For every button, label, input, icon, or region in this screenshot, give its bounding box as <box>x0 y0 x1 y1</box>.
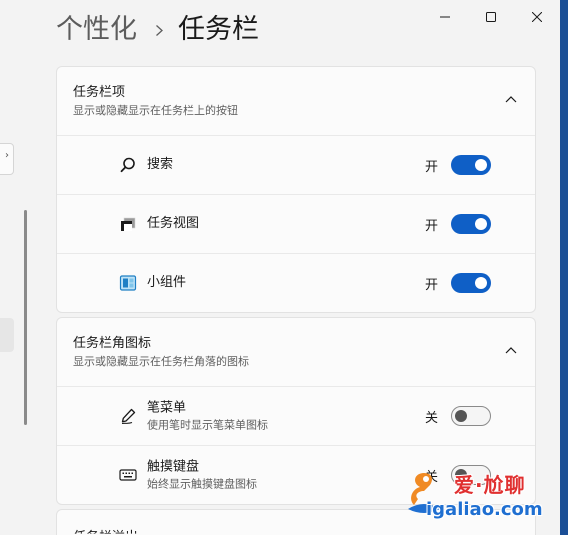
section-title: 任务栏角图标 <box>73 336 152 351</box>
section-header[interactable]: 任务栏角图标 显示或隐藏显示在任务栏角落的图标 <box>57 318 535 386</box>
toggle-switch-search[interactable]: 开 <box>425 155 491 175</box>
toggle-track[interactable] <box>451 406 491 426</box>
back-button[interactable]: › <box>0 143 14 175</box>
caption-buttons <box>422 0 560 34</box>
toggle-knob <box>475 218 487 230</box>
nav-selected-item[interactable] <box>0 318 14 352</box>
toggle-state-label: 开 <box>424 218 438 234</box>
toggle-switch-pen-menu[interactable]: 关 <box>425 406 491 426</box>
toggle-knob <box>475 277 487 289</box>
nav-scrollbar[interactable] <box>24 210 27 425</box>
section-title: 任务栏项 <box>73 85 126 100</box>
setting-text: 任务视图 <box>147 215 199 233</box>
nav-glyph: › <box>5 150 9 161</box>
toggle-state-label: 开 <box>424 277 438 293</box>
search-icon <box>119 156 137 174</box>
toggle-knob <box>475 159 487 171</box>
setting-label: 小组件 <box>147 275 187 290</box>
chevron-up-icon[interactable] <box>505 95 517 103</box>
task-view-icon <box>119 215 137 233</box>
chevron-up-icon[interactable] <box>505 346 517 354</box>
setting-text: 笔菜单 使用笔时显示笔菜单图标 <box>147 400 268 433</box>
section-title: 任务栏溢出 <box>73 526 138 534</box>
section-subtitle: 显示或隐藏显示在任务栏角落的图标 <box>73 355 249 368</box>
close-button[interactable] <box>514 0 560 34</box>
toggle-switch-task-view[interactable]: 开 <box>425 214 491 234</box>
setting-label: 笔菜单 <box>147 400 187 416</box>
toggle-switch-widgets[interactable]: 开 <box>425 273 491 293</box>
setting-text: 触摸键盘 始终显示触摸键盘图标 <box>147 459 257 492</box>
setting-label: 搜索 <box>147 157 174 172</box>
breadcrumb-parent[interactable]: 个性化 <box>56 13 137 47</box>
setting-row-widgets: 小组件 开 <box>57 253 535 312</box>
section-subtitle: 显示或隐藏显示在任务栏上的按钮 <box>73 104 238 117</box>
minimize-button[interactable] <box>422 0 468 34</box>
breadcrumb-chevron-icon <box>155 24 164 37</box>
watermark: 爱·尬聊 igaliao.com <box>404 465 564 531</box>
setting-text: 搜索 <box>147 156 173 174</box>
setting-label: 触摸键盘 <box>147 459 200 475</box>
page-title: 任务栏 <box>178 14 259 45</box>
toggle-track[interactable] <box>451 155 491 175</box>
toggle-track[interactable] <box>451 273 491 293</box>
setting-label: 任务视图 <box>147 216 200 231</box>
toggle-state-label: 开 <box>424 159 438 175</box>
setting-description: 使用笔时显示笔菜单图标 <box>147 418 268 432</box>
pen-icon <box>119 407 137 425</box>
setting-row-search: 搜索 开 <box>57 135 535 194</box>
settings-window: › 个性化 任务栏 任务栏项 显示或隐藏显示在任务栏上的按钮 搜索 开 任务视图… <box>0 0 560 535</box>
maximize-button[interactable] <box>468 0 514 34</box>
watermark-text-cn: 爱·尬聊 <box>454 473 526 497</box>
watermark-text-domain: igaliao.com <box>426 499 543 520</box>
section-header[interactable]: 任务栏项 显示或隐藏显示在任务栏上的按钮 <box>57 67 535 135</box>
breadcrumb: 个性化 任务栏 <box>56 13 259 47</box>
minimize-icon <box>440 16 450 18</box>
setting-description: 始终显示触摸键盘图标 <box>147 477 257 491</box>
setting-text: 小组件 <box>147 274 186 292</box>
toggle-state-label: 关 <box>424 410 438 426</box>
section-taskbar-items: 任务栏项 显示或隐藏显示在任务栏上的按钮 搜索 开 任务视图 开 小组件 开 <box>56 66 536 313</box>
maximize-icon <box>486 12 496 22</box>
setting-row-pen-menu: 笔菜单 使用笔时显示笔菜单图标 关 <box>57 386 535 445</box>
keyboard-icon <box>119 466 137 484</box>
close-icon <box>532 12 542 22</box>
toggle-track[interactable] <box>451 214 491 234</box>
toggle-knob <box>455 410 467 422</box>
widgets-icon <box>119 274 137 292</box>
setting-row-task-view: 任务视图 开 <box>57 194 535 253</box>
